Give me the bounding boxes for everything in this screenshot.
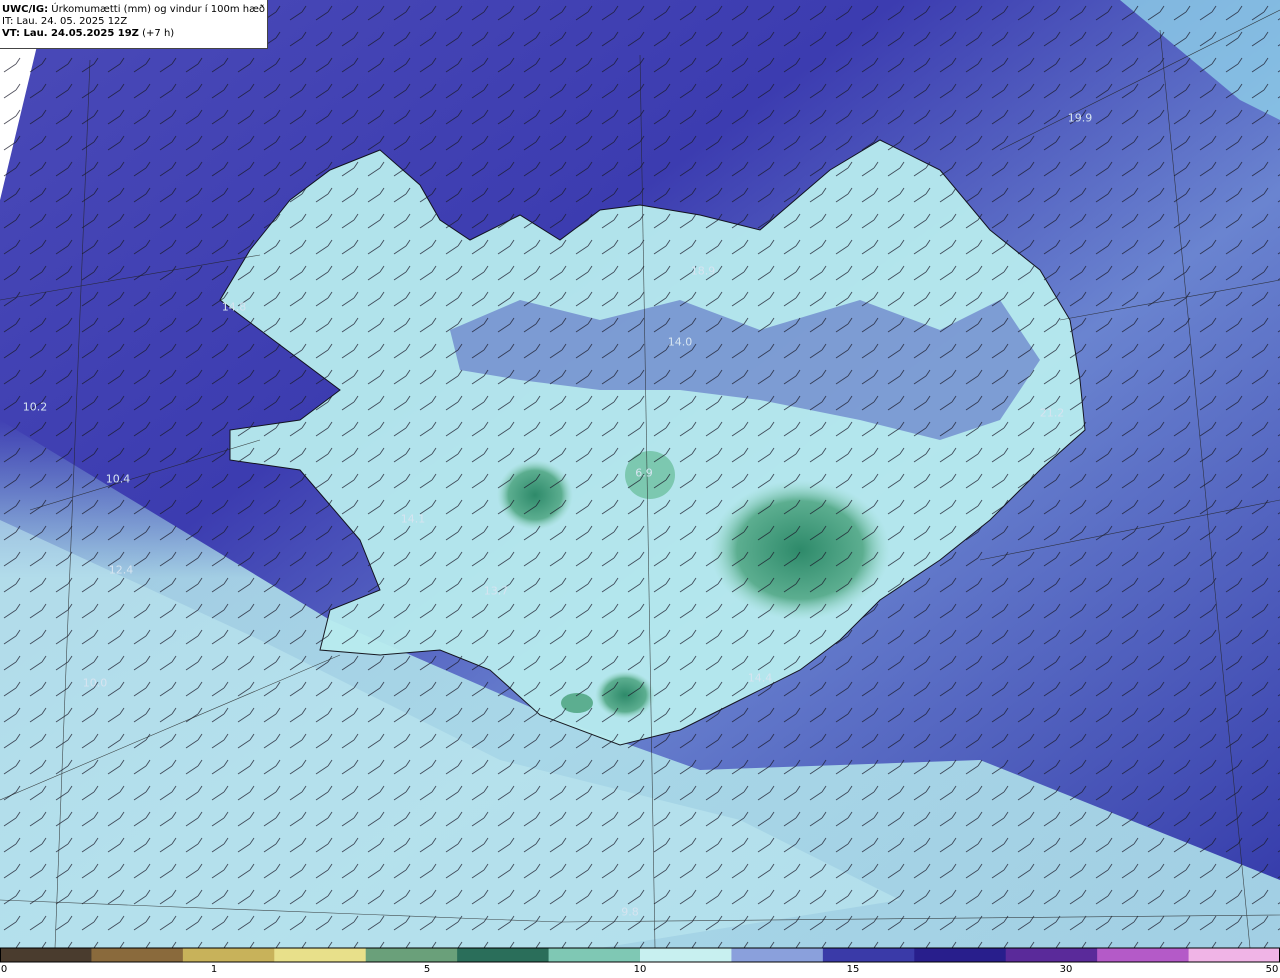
map-value-label: 6.9 bbox=[635, 466, 653, 480]
map-value-label: 13.7 bbox=[483, 584, 509, 598]
map-value-label: 19.9 bbox=[1067, 111, 1093, 125]
colorbar-segment bbox=[640, 948, 732, 962]
colorbar-segment bbox=[914, 948, 1007, 962]
map-value-label: 14.1 bbox=[400, 512, 426, 526]
colorbar-segment bbox=[548, 948, 641, 962]
colorbar-tick: 50 bbox=[1265, 964, 1279, 975]
map-value-label: 14.0 bbox=[667, 335, 693, 349]
map-info-box: UWC/IG: Úrkomumætti (mm) og vindur í 100… bbox=[0, 0, 268, 49]
precip-colorbar bbox=[0, 947, 1280, 963]
map-value-label: 9.8 bbox=[621, 905, 639, 919]
colorbar-segment bbox=[274, 948, 367, 962]
colorbar-tick: 15 bbox=[846, 964, 860, 975]
colorbar-segment bbox=[1005, 948, 1098, 962]
lead-time: (+7 h) bbox=[138, 28, 175, 39]
map-value-label: 10.0 bbox=[82, 676, 108, 690]
colorbar-segment bbox=[822, 948, 915, 962]
init-time: IT: Lau. 24. 05. 2025 12Z bbox=[2, 16, 128, 27]
map-value-label: 14.8 bbox=[221, 300, 247, 314]
colorbar-segment bbox=[365, 948, 458, 962]
map-value-label: 12.4 bbox=[108, 563, 134, 577]
map-value-label: 18.9 bbox=[690, 264, 716, 278]
colorbar-tick: 5 bbox=[423, 964, 431, 975]
colorbar-segment bbox=[91, 948, 184, 962]
colorbar-tick: 0 bbox=[0, 964, 8, 975]
map-value-label: 10.4 bbox=[105, 472, 131, 486]
map-title: Úrkomumætti (mm) og vindur í 100m hæð bbox=[48, 4, 266, 15]
precip-wind-map bbox=[0, 0, 1280, 978]
valid-time: VT: Lau. 24.05.2025 19Z bbox=[2, 28, 139, 39]
map-value-label: 14.4 bbox=[747, 671, 773, 685]
colorbar-segment bbox=[182, 948, 275, 962]
product-label: UWC/IG: bbox=[2, 4, 49, 15]
colorbar-segment bbox=[1097, 948, 1190, 962]
colorbar-segment bbox=[0, 948, 92, 962]
colorbar-tick: 10 bbox=[633, 964, 647, 975]
map-value-label: 21.2 bbox=[1039, 406, 1065, 420]
colorbar-tick: 1 bbox=[210, 964, 218, 975]
map-value-label: 10.2 bbox=[22, 400, 48, 414]
colorbar-tick: 30 bbox=[1059, 964, 1073, 975]
colorbar-segment bbox=[731, 948, 824, 962]
colorbar-segment bbox=[1188, 948, 1280, 962]
colorbar-segment bbox=[457, 948, 550, 962]
